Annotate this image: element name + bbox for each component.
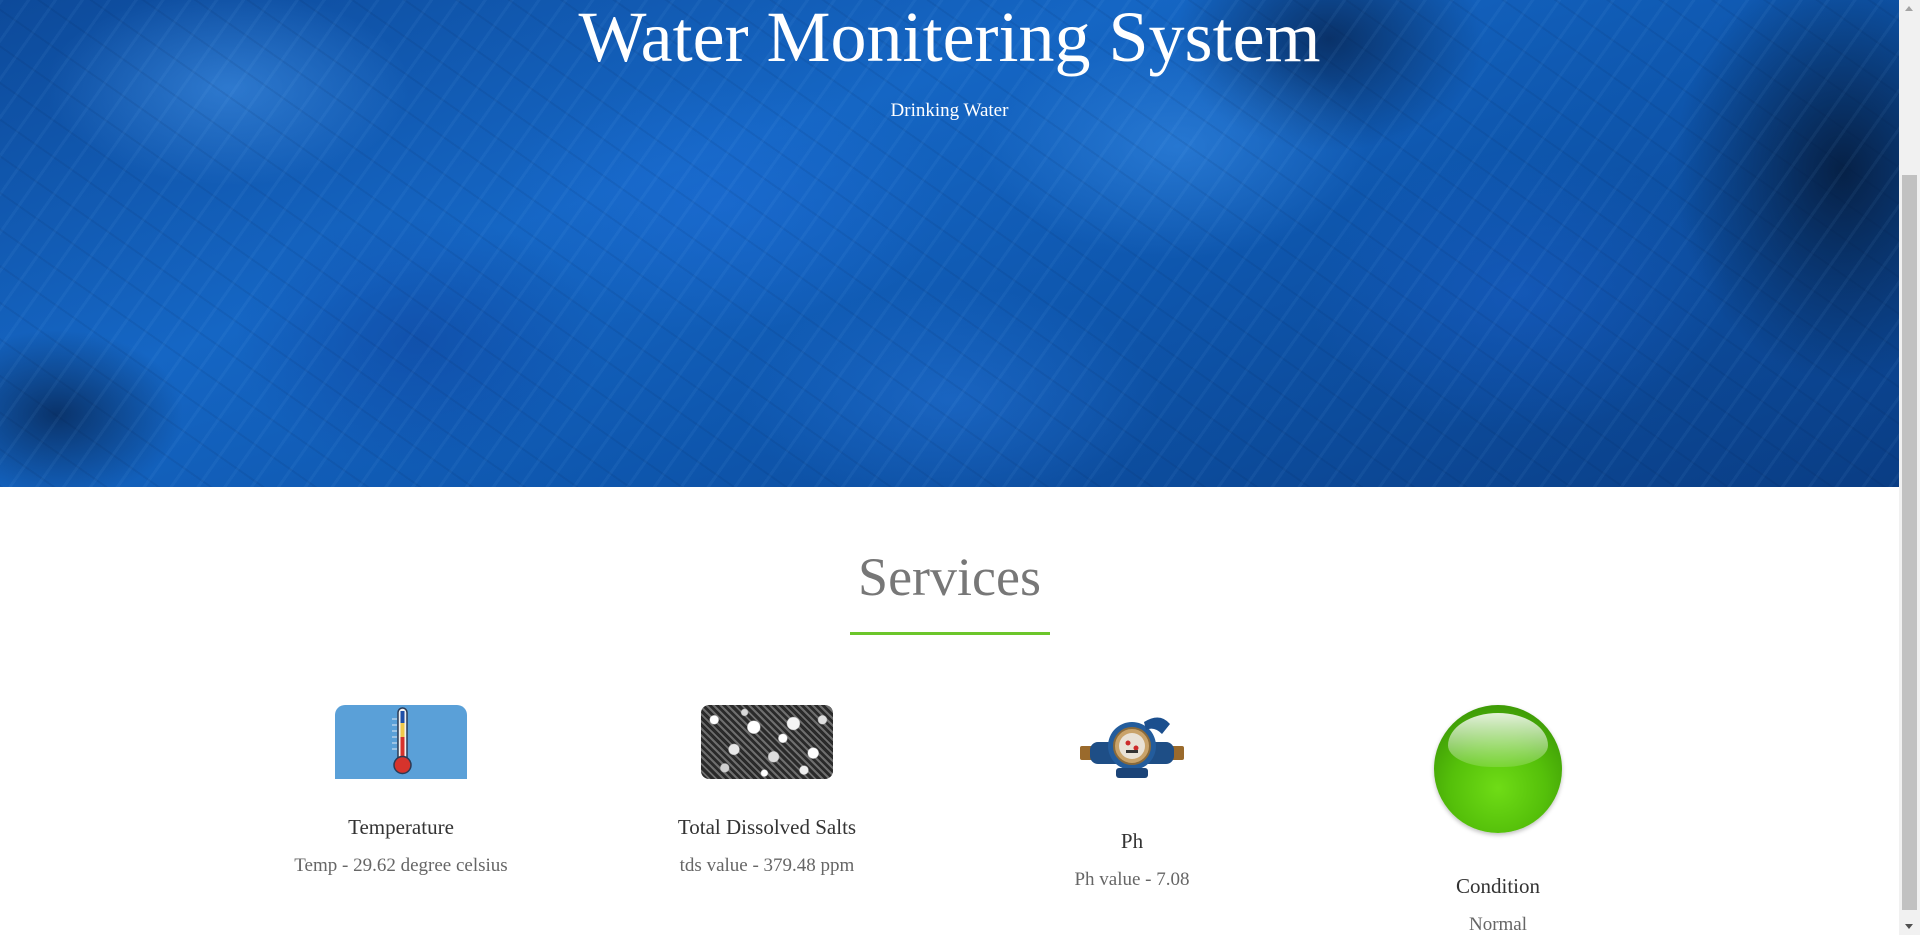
services-heading-underline — [850, 632, 1050, 635]
salt-crystals-icon — [701, 705, 833, 779]
vertical-scrollbar[interactable] — [1899, 0, 1920, 935]
page-title: Water Monitering System — [578, 0, 1321, 77]
scroll-down-arrow-icon[interactable] — [1905, 924, 1913, 929]
page-subtitle: Drinking Water — [890, 100, 1009, 121]
service-card-tds: Total Dissolved Salts tds value - 379.48… — [617, 705, 917, 885]
thermometer-icon — [335, 705, 467, 779]
page-content: Water Monitering System Drinking Water S… — [0, 0, 1899, 935]
service-card-ph: Ph Ph value - 7.08 — [982, 705, 1282, 895]
service-value: Temp - 29.62 degree celsius — [294, 855, 508, 876]
service-card-condition: Condition Normal — [1348, 705, 1648, 935]
service-card-temperature: Temperature Temp - 29.62 degree celsius — [251, 705, 551, 885]
page: Water Monitering System Drinking Water S… — [0, 0, 1920, 935]
service-label: Temperature — [348, 815, 454, 839]
water-meter-icon — [1078, 710, 1186, 790]
services-heading: Services — [858, 547, 1041, 607]
hero-banner: Water Monitering System Drinking Water — [0, 0, 1899, 487]
service-value: tds value - 379.48 ppm — [679, 855, 855, 876]
service-label: Condition — [1455, 874, 1540, 898]
service-label: Ph — [1120, 829, 1144, 853]
scroll-up-arrow-icon[interactable] — [1905, 6, 1913, 11]
service-value: Ph value - 7.08 — [1074, 869, 1190, 890]
scrollbar-thumb[interactable] — [1902, 175, 1917, 910]
condition-status-value: Normal — [1468, 914, 1528, 935]
service-label: Total Dissolved Salts — [677, 815, 857, 839]
green-status-circle-icon — [1434, 705, 1562, 833]
